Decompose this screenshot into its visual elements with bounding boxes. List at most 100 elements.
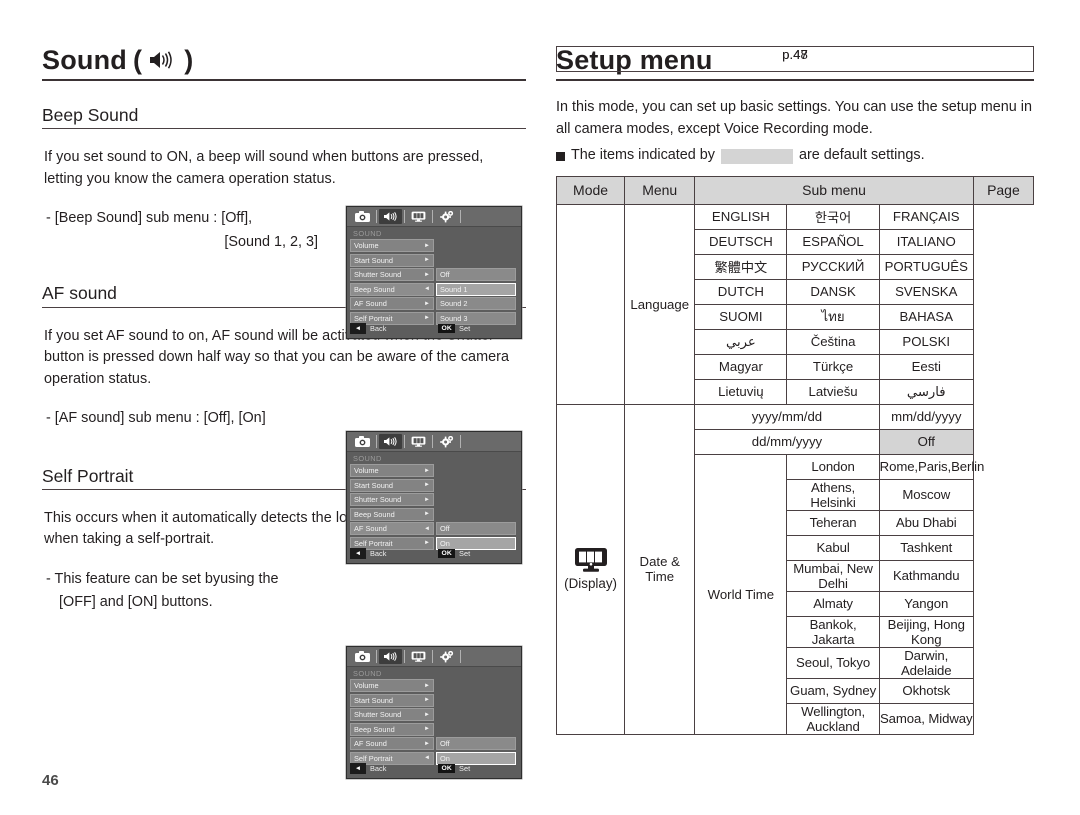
lcd-tab-speaker[interactable] <box>379 209 402 224</box>
world-time-option[interactable]: Kabul <box>786 534 880 561</box>
ok-button[interactable]: OK <box>438 324 456 333</box>
lcd-menu-item[interactable]: Shutter Sound ► <box>350 493 434 507</box>
language-option[interactable]: DEUTSCH <box>694 228 788 255</box>
lcd-submenu-item[interactable]: Sound 1 <box>436 282 516 296</box>
world-time-option[interactable]: Abu Dhabi <box>878 509 974 536</box>
lcd-menu-item-label: Volume <box>354 241 379 250</box>
lcd-menu-item[interactable]: Volume ► <box>350 239 434 252</box>
lcd-menu-item[interactable]: AF Sound ► <box>350 737 434 751</box>
lcd-tab-display[interactable] <box>407 209 430 224</box>
world-time-option[interactable]: Guam, Sydney <box>786 677 880 704</box>
world-time-option[interactable]: Beijing, Hong Kong <box>878 615 974 648</box>
lcd-menu-item[interactable]: Shutter Sound ► <box>350 708 434 722</box>
language-option[interactable]: 한국어 <box>786 203 880 230</box>
page-number: 46 <box>42 772 59 789</box>
world-time-option[interactable]: Seoul, Tokyo <box>786 646 880 679</box>
lcd-menu-item[interactable]: Volume ► <box>350 464 434 477</box>
language-option[interactable]: SVENSKA <box>878 278 974 305</box>
world-time-option[interactable]: Bankok, Jakarta <box>786 615 880 648</box>
mode-cell-display: (Display) <box>555 403 626 735</box>
world-time-option[interactable]: Teheran <box>786 509 880 536</box>
language-option[interactable]: ไทย <box>786 303 880 330</box>
lcd-tab-settings[interactable] <box>435 209 458 224</box>
lcd-menu-column: Volume ► Start Sound ► Shutter Sound ► Beep So… <box>350 239 434 327</box>
back-button[interactable]: ◄ <box>350 548 366 559</box>
lcd-menu-item[interactable]: AF Sound ◄ <box>350 522 434 536</box>
language-option[interactable]: Lietuvių <box>694 378 788 405</box>
lcd-tab-speaker[interactable] <box>379 649 402 664</box>
language-option[interactable]: عربي <box>694 328 788 355</box>
world-time-option[interactable]: Yangon <box>878 590 974 617</box>
display-icon <box>557 547 624 577</box>
world-time-option[interactable]: London <box>786 453 880 480</box>
chevron-right-icon: ► <box>424 540 430 547</box>
back-button[interactable]: ◄ <box>350 323 366 334</box>
language-option[interactable]: DANSK <box>786 278 880 305</box>
language-option[interactable]: Eesti <box>878 353 974 380</box>
lcd-submenu-spacer <box>436 239 516 252</box>
lcd-tab-camera[interactable] <box>351 434 374 449</box>
language-option[interactable]: POLSKI <box>878 328 974 355</box>
language-option[interactable]: Čeština <box>786 328 880 355</box>
language-option[interactable]: SUOMI <box>694 303 788 330</box>
world-time-option[interactable]: Mumbai, New Delhi <box>786 559 880 592</box>
ok-button[interactable]: OK <box>438 764 456 773</box>
lcd-menu-item[interactable]: Beep Sound ► <box>350 507 434 521</box>
language-option[interactable]: ITALIANO <box>878 228 974 255</box>
language-option[interactable]: DUTCH <box>694 278 788 305</box>
lcd-menu-item[interactable]: Start Sound ► <box>350 478 434 492</box>
world-time-option[interactable]: Moscow <box>878 478 974 511</box>
lcd-menu-item[interactable]: Shutter Sound ► <box>350 268 434 282</box>
lcd-tab-display[interactable] <box>407 434 430 449</box>
back-button[interactable]: ◄ <box>350 763 366 774</box>
language-option[interactable]: РУССКИЙ <box>786 253 880 280</box>
world-time-option[interactable]: Kathmandu <box>878 559 974 592</box>
lcd-menu-item[interactable]: Beep Sound ◄ <box>350 282 434 296</box>
language-option[interactable]: PORTUGUÊS <box>878 253 974 280</box>
lcd-mockup-self-portrait: SOUND Volume ► Start Sound ► Shutter Sound ► Be… <box>346 646 522 779</box>
lcd-menu-item[interactable]: AF Sound ► <box>350 297 434 311</box>
world-time-option[interactable]: Athens, Helsinki <box>786 478 880 511</box>
world-time-option[interactable]: Samoa, Midway <box>878 702 974 735</box>
language-option[interactable]: Türkçe <box>786 353 880 380</box>
lcd-submenu-item[interactable]: Off <box>436 737 516 751</box>
language-option[interactable]: Latviešu <box>786 378 880 405</box>
lcd-tab-camera[interactable] <box>351 649 374 664</box>
lcd-menu-item[interactable]: Start Sound ► <box>350 693 434 707</box>
lcd-tab-speaker[interactable] <box>379 434 402 449</box>
world-time-option[interactable]: Almaty <box>786 590 880 617</box>
lcd-footer-bar: ◄ Back OK Set <box>350 322 518 335</box>
lcd-submenu-item[interactable]: Off <box>436 268 516 282</box>
world-time-option[interactable]: Darwin, Adelaide <box>878 646 974 679</box>
submenu-af-line1: - [AF sound] sub menu : [Off], [On] <box>46 410 266 427</box>
lcd-menu-item[interactable]: Start Sound ► <box>350 253 434 267</box>
lcd-menu-item[interactable]: Beep Sound ► <box>350 722 434 736</box>
world-time-option[interactable]: Rome,Paris,Berlin <box>878 453 984 480</box>
lcd-submenu-item[interactable]: Off <box>436 522 516 536</box>
display-mode-cell: (Display) <box>557 547 624 592</box>
lcd-tab-display[interactable] <box>407 649 430 664</box>
chevron-right-icon: ► <box>424 511 430 518</box>
ok-button[interactable]: OK <box>438 549 456 558</box>
date-format-option-default[interactable]: Off <box>878 428 974 455</box>
date-format-option[interactable]: yyyy/mm/dd <box>694 403 880 430</box>
chevron-right-icon: ► <box>424 496 430 503</box>
lcd-tab-settings[interactable] <box>435 434 458 449</box>
language-option[interactable]: Magyar <box>694 353 788 380</box>
language-option[interactable]: ENGLISH <box>694 203 788 230</box>
language-option[interactable]: FRANÇAIS <box>878 203 974 230</box>
lcd-submenu-item[interactable]: Sound 2 <box>436 297 516 311</box>
lcd-tab-camera[interactable] <box>351 209 374 224</box>
world-time-option[interactable]: Tashkent <box>878 534 974 561</box>
date-format-option[interactable]: dd/mm/yyyy <box>694 428 880 455</box>
language-option[interactable]: فارسي <box>878 378 974 405</box>
date-format-option[interactable]: mm/dd/yyyy <box>878 403 974 430</box>
world-time-option[interactable]: Wellington, Auckland <box>786 702 880 735</box>
lcd-menu-item-label: Beep Sound <box>354 509 395 519</box>
language-option[interactable]: 繁體中文 <box>694 253 788 280</box>
language-option[interactable]: BAHASA <box>878 303 974 330</box>
lcd-menu-item[interactable]: Volume ► <box>350 679 434 692</box>
world-time-option[interactable]: Okhotsk <box>878 677 974 704</box>
language-option[interactable]: ESPAÑOL <box>786 228 880 255</box>
lcd-tab-settings[interactable] <box>435 649 458 664</box>
